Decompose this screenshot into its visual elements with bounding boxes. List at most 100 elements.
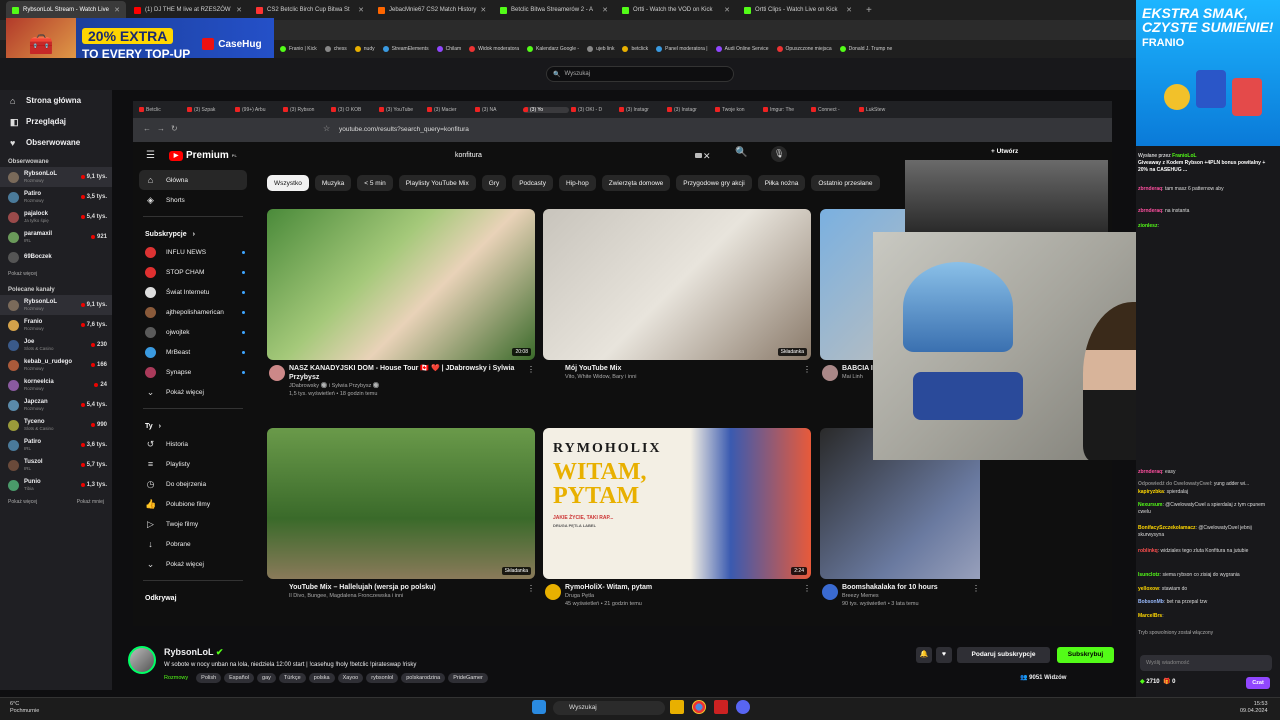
- gift-sub-button[interactable]: Podaruj subskrypcje: [957, 647, 1050, 663]
- yt-nav-item[interactable]: ◈ Shorts: [133, 190, 253, 210]
- close-icon[interactable]: ✕: [114, 6, 120, 14]
- filter-chip[interactable]: Podcasty: [512, 175, 553, 191]
- channel-item[interactable]: Patiro IRL 3,6 tys.: [0, 435, 112, 455]
- channel-item[interactable]: Punio Tibia 1,3 tys.: [0, 475, 112, 495]
- channel-item[interactable]: Tyceno Slots & Casino 990: [0, 415, 112, 435]
- show-more-library[interactable]: ⌄ Pokaż więcej: [133, 554, 253, 574]
- more-options-icon[interactable]: ⋮: [803, 584, 811, 593]
- nav-item[interactable]: ♥ Obserwowane: [0, 132, 112, 153]
- yt-nav-item[interactable]: ⌂ Główna: [139, 170, 247, 190]
- library-item[interactable]: ◷ Do obejrzenia: [133, 474, 253, 494]
- subscriptions-title[interactable]: Subskrypcje ›: [133, 223, 253, 242]
- video-title[interactable]: Mój YouTube Mix: [543, 364, 811, 373]
- nav-item[interactable]: ◧ Przeglądaj: [0, 111, 112, 132]
- chat-username[interactable]: zionlesz: [1138, 223, 1157, 229]
- subscription-item[interactable]: Synapse: [133, 362, 253, 382]
- create-button[interactable]: + Utwórz: [991, 148, 1018, 155]
- inner-tab[interactable]: Connect -: [811, 107, 857, 113]
- filter-chip[interactable]: Muzyka: [314, 175, 352, 191]
- subscribe-button[interactable]: Subskrybuj: [1057, 647, 1114, 663]
- filter-chip[interactable]: Piłka nożna: [757, 175, 806, 191]
- channel-points[interactable]: ◆ 2710 🎁 0: [1140, 678, 1176, 685]
- channel-item[interactable]: kebab_u_rudego Rozmowy 166: [0, 355, 112, 375]
- bookmark-icon[interactable]: ☆: [323, 124, 330, 133]
- chat-username[interactable]: BonifacySzczekolamacz: [1138, 525, 1196, 531]
- channel-item[interactable]: RybsonLoL Rozmowy 9,1 tys.: [0, 295, 112, 315]
- chat-username[interactable]: zbrnderaq: [1138, 186, 1162, 192]
- close-icon[interactable]: ✕: [236, 6, 242, 14]
- channel-avatar[interactable]: [822, 365, 838, 381]
- app-icon[interactable]: [714, 700, 728, 714]
- video-channel[interactable]: Druga Pętla: [543, 592, 811, 600]
- back-icon[interactable]: ←: [143, 124, 151, 133]
- browser-tab[interactable]: Ortti Clips - Watch Live on Kick ✕: [738, 1, 858, 19]
- channel-item[interactable]: korneelcia Rozmowy 24: [0, 375, 112, 395]
- chat-username[interactable]: kapiryzbka: [1138, 489, 1164, 495]
- inner-tab[interactable]: (3) Macier: [427, 107, 473, 113]
- channel-item[interactable]: Patiro Rozmowy 3,5 tys.: [0, 187, 112, 207]
- channel-item[interactable]: RybsonLoL Rozmowy 9,1 tys.: [0, 167, 112, 187]
- subscription-item[interactable]: ojwojtek: [133, 322, 253, 342]
- stream-tag[interactable]: gay: [257, 673, 276, 683]
- video-card[interactable]: Składanka Mój YouTube Mix Vito, White Wido…: [543, 209, 811, 381]
- browser-tab[interactable]: CS2 Betclic Birch Cup Bitwa St ✕: [250, 1, 370, 19]
- more-options-icon[interactable]: ⋮: [803, 365, 811, 374]
- subscription-item[interactable]: Świat Internetu: [133, 282, 253, 302]
- reload-icon[interactable]: ↻: [171, 124, 178, 133]
- close-icon[interactable]: ✕: [724, 6, 730, 14]
- franio-chat-ad[interactable]: EKSTRA SMAK, CZYSTE SUMIENIE! FRANIO: [1136, 0, 1280, 146]
- chat-send-button[interactable]: Czat: [1246, 677, 1270, 689]
- filter-chip[interactable]: < 5 min: [357, 175, 393, 191]
- subscription-item[interactable]: STOP CHAM: [133, 262, 253, 282]
- browser-tab[interactable]: RybsonLoL Stream - Watch Live ✕: [6, 1, 126, 19]
- video-card[interactable]: 20:08 NASZ KANADYJSKI DOM - House Tour 🇨🇦…: [267, 209, 535, 398]
- subscription-item[interactable]: INFLU NEWS: [133, 242, 253, 262]
- inner-tab[interactable]: (3) OKI - D: [571, 107, 617, 113]
- video-thumbnail[interactable]: RYMOHOLIX WITAM, PYTAM JAKIE ŻYCIE, TAKI RA…: [543, 428, 811, 579]
- chat-username[interactable]: zbrnderaq: [1138, 208, 1162, 214]
- browser-tab[interactable]: (1) DJ THE M live at RZESZÓW ✕: [128, 1, 248, 19]
- follow-heart-button[interactable]: ♥: [936, 647, 952, 663]
- subscription-item[interactable]: MrBeast: [133, 342, 253, 362]
- bookmark-item[interactable]: betclick: [622, 46, 648, 52]
- video-title[interactable]: RymoHoliX- Witam, pytam: [543, 583, 811, 592]
- chat-username[interactable]: zbrnderaq: [1138, 469, 1162, 475]
- chat-username[interactable]: Nexursum: [1138, 502, 1162, 508]
- filter-chip[interactable]: Hip-hop: [558, 175, 596, 191]
- bookmark-item[interactable]: Panel moderatora |: [656, 46, 708, 52]
- video-title[interactable]: YouTube Mix – Hallelujah (wersja po pols…: [267, 583, 535, 592]
- stream-tag[interactable]: polskarodzina: [401, 673, 446, 683]
- more-options-icon[interactable]: ⋮: [527, 584, 535, 593]
- bookmark-item[interactable]: Franio | Kick: [280, 46, 317, 52]
- video-channel[interactable]: Vito, White Widow, Bary i inni: [543, 373, 811, 381]
- chat-username[interactable]: yelloxow: [1138, 586, 1159, 592]
- inner-tab[interactable]: Imgur: The: [763, 107, 809, 113]
- streamer-avatar[interactable]: [128, 646, 156, 674]
- channel-item[interactable]: Tuszol IRL 5,7 tys.: [0, 455, 112, 475]
- bookmark-item[interactable]: nudy: [354, 46, 375, 52]
- chat-username[interactable]: roblinkq: [1138, 548, 1158, 554]
- video-card[interactable]: RYMOHOLIX WITAM, PYTAM JAKIE ŻYCIE, TAKI RA…: [543, 428, 811, 608]
- inner-tab[interactable]: (3) Szpak: [187, 107, 233, 113]
- microphone-icon[interactable]: 🎙: [771, 146, 787, 162]
- browser-tab[interactable]: JebacMnie67 CS2 Match History ✕: [372, 1, 492, 19]
- inner-tab[interactable]: (3) YouTube: [379, 107, 425, 113]
- inner-tab[interactable]: (3) Instagr: [619, 107, 665, 113]
- file-explorer-icon[interactable]: [670, 700, 684, 714]
- chat-username[interactable]: Odpowiedź do CwelowatyCwel: [1138, 481, 1211, 487]
- show-more-link[interactable]: Pokaż więcej: [0, 267, 112, 281]
- browser-tab[interactable]: Betclic Bitwa Streamerów 2 - A ✕: [494, 1, 614, 19]
- stream-tag[interactable]: polska: [308, 673, 335, 683]
- inner-tab[interactable]: LukStew: [859, 107, 905, 113]
- weather-widget[interactable]: 6°C Pochmurnie: [10, 701, 39, 715]
- stream-tag[interactable]: rybsonlol: [366, 673, 399, 683]
- video-channel[interactable]: JDabrowsky 🔘 i Sylwia Przybysz 🔘: [267, 382, 535, 390]
- inner-tab[interactable]: Twoje kon: [715, 107, 761, 113]
- video-title[interactable]: Boomshakalaka for 10 hours: [820, 583, 980, 592]
- channel-item[interactable]: Japczan Rozmowy 5,4 tys.: [0, 395, 112, 415]
- show-more-subscriptions[interactable]: ⌄ Pokaż więcej: [133, 382, 253, 402]
- forward-icon[interactable]: →: [157, 124, 165, 133]
- stream-tag[interactable]: Español: [224, 673, 255, 683]
- windows-start-icon[interactable]: [532, 700, 546, 714]
- video-thumbnail[interactable]: Składanka: [543, 209, 811, 360]
